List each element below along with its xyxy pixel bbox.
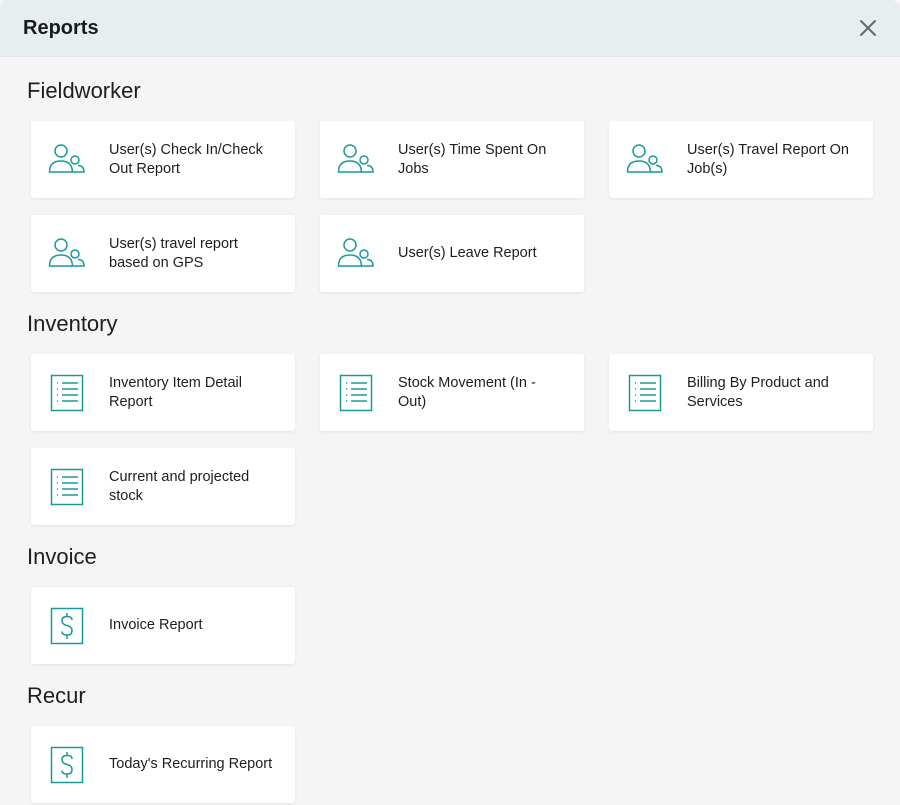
report-card-time-spent[interactable]: User(s) Time Spent On Jobs (320, 121, 584, 198)
close-button[interactable] (856, 16, 880, 40)
list-document-icon (48, 374, 86, 412)
section-title-fieldworker: Fieldworker (27, 78, 141, 103)
report-label: User(s) Check In/Check Out Report (109, 141, 263, 177)
close-icon (860, 20, 876, 36)
report-card-current-projected-stock[interactable]: Current and projected stock (31, 448, 295, 525)
report-card-travel-gps[interactable]: User(s) travel report based on GPS (31, 215, 295, 292)
report-label: User(s) travel report based on GPS (109, 235, 238, 271)
report-label: Stock Movement (In - Out) (398, 374, 536, 410)
report-label: Invoice Report (109, 617, 203, 633)
users-icon (626, 141, 664, 179)
section-title-invoice: Invoice (27, 544, 97, 569)
users-icon (48, 141, 86, 179)
report-card-inventory-item-detail[interactable]: Inventory Item Detail Report (31, 354, 295, 431)
section-grid-fieldworker: User(s) Check In/Check Out Report User(s… (31, 121, 900, 292)
dollar-document-icon (48, 746, 86, 784)
section-grid-inventory: Inventory Item Detail Report Stock Movem… (31, 354, 900, 525)
report-card-check-in-out[interactable]: User(s) Check In/Check Out Report (31, 121, 295, 198)
report-label: User(s) Travel Report On Job(s) (687, 141, 849, 177)
report-card-travel-on-jobs[interactable]: User(s) Travel Report On Job(s) (609, 121, 873, 198)
list-document-icon (626, 374, 664, 412)
users-icon (48, 235, 86, 273)
report-card-todays-recurring[interactable]: Today's Recurring Report (31, 726, 295, 803)
report-label: User(s) Time Spent On Jobs (398, 141, 547, 177)
section-title-inventory: Inventory (27, 311, 118, 336)
users-icon (337, 235, 375, 273)
report-label: User(s) Leave Report (398, 245, 537, 261)
report-label: Inventory Item Detail Report (109, 374, 242, 410)
modal-title: Reports (23, 16, 99, 39)
report-label: Current and projected stock (109, 468, 250, 504)
report-card-stock-movement[interactable]: Stock Movement (In - Out) (320, 354, 584, 431)
section-grid-invoice: Invoice Report (31, 587, 900, 664)
modal-header: Reports (0, 0, 900, 57)
list-document-icon (337, 374, 375, 412)
section-grid-recur: Today's Recurring Report (31, 726, 900, 803)
report-card-invoice[interactable]: Invoice Report (31, 587, 295, 664)
list-document-icon (48, 468, 86, 506)
section-title-recur: Recur (27, 683, 86, 708)
reports-content: Fieldworker User(s) Check In/Check Out R… (0, 79, 900, 803)
users-icon (337, 141, 375, 179)
report-card-leave[interactable]: User(s) Leave Report (320, 215, 584, 292)
reports-modal: Reports Fieldworker User(s) Check In/Che… (0, 0, 900, 805)
dollar-document-icon (48, 607, 86, 645)
report-card-billing-by-product[interactable]: Billing By Product and Services (609, 354, 873, 431)
report-label: Today's Recurring Report (109, 756, 273, 772)
report-label: Billing By Product and Services (687, 374, 829, 410)
